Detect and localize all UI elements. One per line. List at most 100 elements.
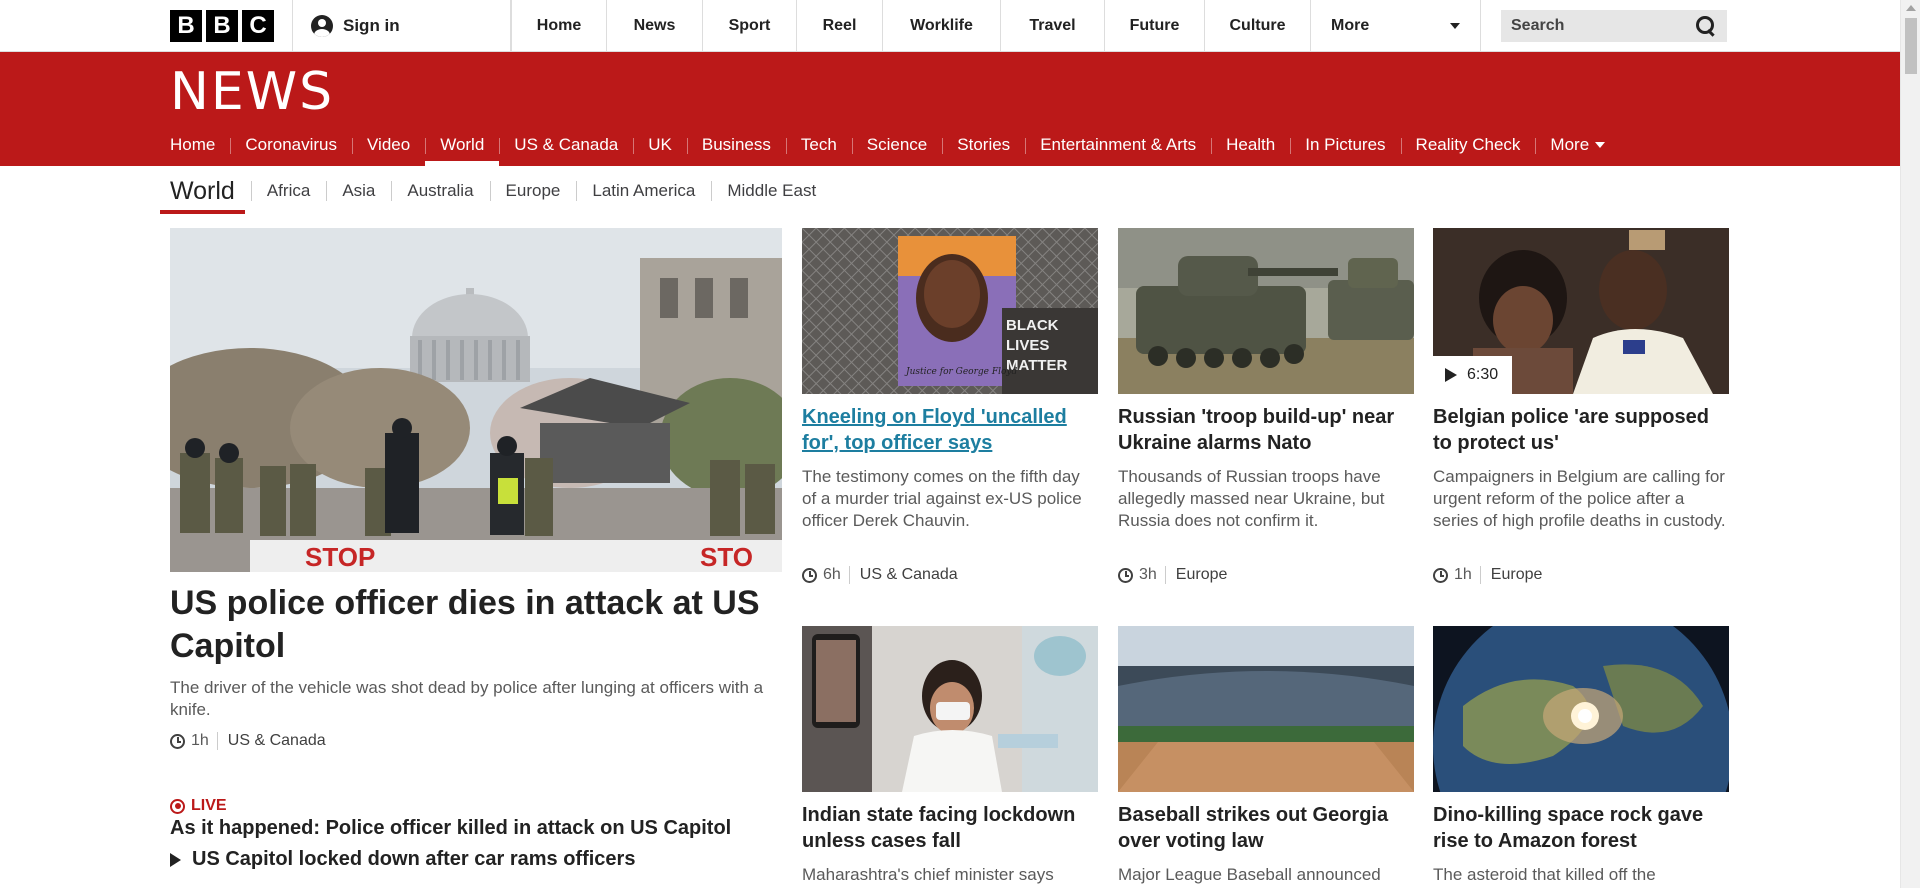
story-image[interactable]: BLACK LIVES MATTER Justice for George Fl…: [802, 228, 1098, 394]
video-duration-badge: 6:30: [1433, 356, 1513, 394]
hero-photo-capitol: STOP STO: [170, 228, 782, 572]
story-headline[interactable]: Kneeling on Floyd 'uncalled for', top of…: [802, 404, 1098, 456]
story-timestamp: 6h: [823, 566, 850, 584]
story-summary: Major League Baseball announced: [1118, 865, 1381, 884]
subnav-item-europe[interactable]: Europe: [489, 181, 577, 201]
clock-icon: [802, 567, 817, 583]
story-video-thumbnail[interactable]: 6:30: [1433, 228, 1729, 394]
subnav-title-world[interactable]: World: [160, 166, 245, 216]
news-nav-health[interactable]: Health: [1211, 124, 1290, 166]
story-meta: 1h Europe: [1433, 566, 1542, 584]
scroll-up-icon[interactable]: [1906, 5, 1916, 11]
story-image[interactable]: [802, 626, 1098, 792]
subnav-item-australia[interactable]: Australia: [391, 181, 489, 201]
subnav-item-africa[interactable]: Africa: [250, 181, 326, 201]
story-meta: 3h Europe: [1118, 566, 1227, 584]
global-nav-more[interactable]: More: [1311, 0, 1481, 52]
story-summary: Thousands of Russian troops have alleged…: [1118, 467, 1385, 530]
bbc-logo-letter: B: [206, 10, 238, 42]
global-nav-culture[interactable]: Culture: [1205, 0, 1311, 52]
video-duration: 6:30: [1467, 366, 1499, 383]
news-nav-entertainment-arts[interactable]: Entertainment & Arts: [1025, 124, 1211, 166]
hero-image-text: STO: [700, 542, 753, 572]
news-nav-stories[interactable]: Stories: [942, 124, 1025, 166]
hero-image[interactable]: STOP STO: [170, 228, 782, 572]
hero-headline[interactable]: US police officer dies in attack at US C…: [170, 582, 782, 668]
story-headline[interactable]: Baseball strikes out Georgia over voting…: [1118, 802, 1414, 854]
story-image[interactable]: [1433, 626, 1729, 792]
story-photo-tanks: [1118, 228, 1414, 394]
news-nav-uk[interactable]: UK: [633, 124, 687, 166]
story-card: Baseball strikes out Georgia over voting…: [1118, 626, 1414, 886]
news-nav-reality-check[interactable]: Reality Check: [1400, 124, 1536, 166]
search-icon[interactable]: [1695, 15, 1717, 37]
subnav-item-latin-america[interactable]: Latin America: [576, 181, 711, 201]
news-nav-home[interactable]: Home: [170, 124, 230, 166]
news-nav-coronavirus[interactable]: Coronavirus: [230, 124, 352, 166]
global-nav-sport[interactable]: Sport: [703, 0, 797, 52]
clock-icon: [170, 733, 185, 749]
news-nav-video[interactable]: Video: [352, 124, 425, 166]
global-header: B B C Sign in Home News Sport Reel Workl…: [0, 0, 1900, 52]
bbc-logo[interactable]: B B C: [170, 0, 293, 52]
hero-timestamp: 1h: [191, 732, 218, 750]
story-photo-vaccination: [802, 626, 1098, 792]
live-headline[interactable]: As it happened: Police officer killed in…: [170, 817, 782, 840]
global-nav-reel[interactable]: Reel: [797, 0, 883, 52]
page-scrollbar[interactable]: [1900, 0, 1920, 888]
global-nav-worklife[interactable]: Worklife: [883, 0, 1001, 52]
related-story-link[interactable]: US Capitol locked down after car rams of…: [170, 848, 782, 871]
global-nav-future[interactable]: Future: [1105, 0, 1205, 52]
sign-in-link[interactable]: Sign in: [293, 0, 511, 52]
subnav-item-middle-east[interactable]: Middle East: [711, 181, 832, 201]
bbc-logo-letter: C: [242, 10, 274, 42]
story-headline[interactable]: Dino-killing space rock gave rise to Ama…: [1433, 802, 1729, 854]
live-block: LIVE As it happened: Police officer kill…: [170, 797, 782, 871]
subnav-item-asia[interactable]: Asia: [326, 181, 391, 201]
story-card: Indian state facing lockdown unless case…: [802, 626, 1098, 886]
news-nav-science[interactable]: Science: [851, 124, 942, 166]
related-story-label: US Capitol locked down after car rams of…: [192, 848, 636, 870]
news-nav-in-pictures[interactable]: In Pictures: [1290, 124, 1400, 166]
bbc-logo-letter: B: [170, 10, 202, 42]
story-meta: 6h US & Canada: [802, 566, 958, 584]
news-nav-us-canada[interactable]: US & Canada: [499, 124, 633, 166]
story-headline[interactable]: Indian state facing lockdown unless case…: [802, 802, 1098, 854]
hero-summary: The driver of the vehicle was shot dead …: [170, 678, 764, 719]
story-headline[interactable]: Belgian police 'are supposed to protect …: [1433, 404, 1729, 456]
story-image[interactable]: [1118, 626, 1414, 792]
news-nav-more-label: More: [1550, 135, 1590, 154]
story-summary: Maharashtra's chief minister says: [802, 865, 1054, 884]
search-container: [1481, 0, 1727, 52]
story-card: 6:30 Belgian police 'are supposed to pro…: [1433, 228, 1729, 532]
scrollbar-thumb[interactable]: [1905, 18, 1917, 74]
mural-text: BLACK: [1006, 317, 1059, 334]
news-nav-tech[interactable]: Tech: [785, 124, 852, 166]
live-label: LIVE: [191, 797, 227, 814]
global-header-inner: B B C Sign in Home News Sport Reel Workl…: [170, 0, 1730, 52]
news-nav-world[interactable]: World: [425, 124, 500, 166]
news-logo[interactable]: NEWS: [170, 62, 334, 122]
story-image[interactable]: [1118, 228, 1414, 394]
story-summary: Campaigners in Belgium are calling for u…: [1433, 467, 1726, 530]
news-header: NEWS Home Coronavirus Video World US & C…: [0, 52, 1900, 166]
story-headline[interactable]: Russian 'troop build-up' near Ukraine al…: [1118, 404, 1414, 456]
global-nav-home[interactable]: Home: [511, 0, 607, 52]
story-card: Russian 'troop build-up' near Ukraine al…: [1118, 228, 1414, 532]
news-nav-business[interactable]: Business: [686, 124, 786, 166]
hero-section-link[interactable]: US & Canada: [218, 732, 326, 750]
story-section-link[interactable]: Europe: [1166, 566, 1228, 584]
story-section-link[interactable]: Europe: [1481, 566, 1543, 584]
story-photo-earth-impact: [1433, 626, 1729, 792]
story-summary: The testimony comes on the fifth day of …: [802, 467, 1082, 530]
global-nav-more-label: More: [1331, 17, 1370, 34]
search-input[interactable]: [1511, 17, 1681, 35]
hero-image-text: STOP: [305, 542, 375, 572]
news-nav-more[interactable]: More: [1535, 124, 1620, 166]
story-summary: The asteroid that killed off the: [1433, 865, 1656, 884]
story-section-link[interactable]: US & Canada: [850, 566, 958, 584]
global-nav-travel[interactable]: Travel: [1001, 0, 1105, 52]
live-icon: [170, 798, 185, 814]
story-photo-floyd-mural: BLACK LIVES MATTER Justice for George Fl…: [802, 228, 1098, 394]
global-nav-news[interactable]: News: [607, 0, 703, 52]
